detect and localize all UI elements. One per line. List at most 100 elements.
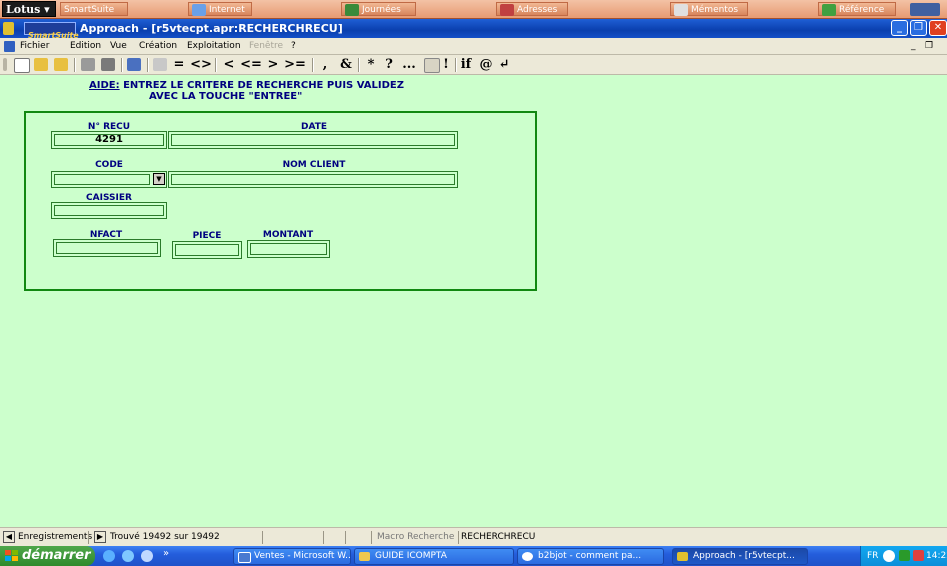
caissier-field[interactable] <box>51 202 167 219</box>
help-line-1: AIDE: ENTREZ LE CRITERE DE RECHERCHE PUI… <box>89 80 404 91</box>
minimize-button[interactable]: _ <box>891 20 908 36</box>
checkmark-icon <box>822 4 836 16</box>
smartsuite-bar: Lotus ▾ SmartSuite Internet Journées Adr… <box>0 0 947 19</box>
chevron-down-icon[interactable]: ▼ <box>153 173 165 185</box>
open-folder-icon[interactable] <box>34 58 48 71</box>
app-quicklaunch-icon[interactable] <box>141 550 153 562</box>
approach-app-icon[interactable] <box>3 22 14 35</box>
op-enter-button[interactable]: ↵ <box>497 57 511 73</box>
task-b2bjot[interactable]: b2bjot - comment pa... <box>517 548 664 565</box>
task-label: Approach - [r5vtecpt... <box>693 551 795 561</box>
op-wildcard-question-button[interactable]: ? <box>382 57 396 73</box>
nom-client-field[interactable] <box>168 171 458 188</box>
menu-edition[interactable]: Edition <box>70 40 101 53</box>
piece-field[interactable] <box>172 241 242 259</box>
op-greater-equal-button[interactable]: >= <box>284 57 306 73</box>
menu-creation[interactable]: Création <box>139 40 177 53</box>
folder-icon <box>359 552 370 561</box>
suite-tab-label: Journées <box>362 5 401 15</box>
close-button[interactable]: ✕ <box>929 20 947 36</box>
task-guide-icompta[interactable]: GUIDE ICOMPTA <box>354 548 514 565</box>
restore-button[interactable]: ❐ <box>910 20 927 36</box>
records-label[interactable]: Enregistrements <box>18 531 92 544</box>
undo-icon[interactable] <box>127 58 141 71</box>
code-dropdown[interactable]: ▼ <box>51 171 167 188</box>
op-duplicate-button[interactable]: ! <box>440 57 452 73</box>
tray-arrow-icon[interactable] <box>883 550 895 562</box>
doc-minimize-button[interactable]: _ <box>911 40 916 53</box>
op-wildcard-star-button[interactable]: * <box>364 57 378 73</box>
ie2-quicklaunch-icon[interactable] <box>122 550 134 562</box>
task-label: b2bjot - comment pa... <box>538 551 642 561</box>
date-value <box>171 134 455 146</box>
ie-quicklaunch-icon[interactable] <box>103 550 115 562</box>
sounds-like-icon[interactable] <box>424 58 440 73</box>
menu-bar: Fichier Edition Vue Création Exploitatio… <box>0 38 947 55</box>
new-file-icon[interactable] <box>14 58 30 73</box>
tray-network-icon[interactable] <box>899 550 910 561</box>
language-indicator[interactable]: FR <box>867 550 878 562</box>
internet-icon <box>192 4 206 16</box>
montant-label: MONTANT <box>262 230 314 240</box>
suite-tab-reference[interactable]: Référence <box>818 2 896 16</box>
menu-help[interactable]: ? <box>291 40 296 53</box>
calendar-icon <box>345 4 359 16</box>
piece-label: PIECE <box>192 231 222 241</box>
op-less-button[interactable]: < <box>222 57 236 73</box>
print-icon[interactable] <box>81 58 95 71</box>
find-icon[interactable] <box>153 58 167 71</box>
suite-tab-label: Référence <box>839 5 885 15</box>
quicklaunch-more-icon[interactable]: » <box>163 548 169 559</box>
macro-value[interactable]: RECHERCHRECU <box>461 531 535 544</box>
smartcenter-drawer-icon[interactable] <box>910 3 940 16</box>
suite-tab-journees[interactable]: Journées <box>341 2 416 16</box>
macro-label: Macro Recherche <box>377 532 455 542</box>
help-text: ENTREZ LE CRITERE DE RECHERCHE PUIS VALI… <box>119 80 405 91</box>
smartmaster-icon[interactable] <box>54 58 68 71</box>
address-book-icon <box>500 4 514 16</box>
doc-restore-button[interactable]: ❐ <box>925 40 933 53</box>
op-at-button[interactable]: @ <box>478 57 494 73</box>
date-field[interactable] <box>168 131 458 149</box>
op-or-button[interactable]: , <box>318 57 332 73</box>
records-arrow-icon[interactable]: ◀ <box>3 531 15 543</box>
browser-icon <box>522 552 533 561</box>
nfact-field[interactable] <box>53 239 161 257</box>
suite-tab-smartsuite[interactable]: SmartSuite <box>60 2 128 16</box>
suite-tab-adresses[interactable]: Adresses <box>496 2 568 16</box>
menu-vue[interactable]: Vue <box>110 40 127 53</box>
task-label: GUIDE ICOMPTA <box>375 551 447 561</box>
code-value <box>54 174 150 185</box>
op-greater-button[interactable]: > <box>266 57 280 73</box>
suite-tab-internet[interactable]: Internet <box>188 2 252 16</box>
status-bar: ◀ Enregistrements ▶ Trouvé 19492 sur 194… <box>0 527 947 546</box>
start-button[interactable]: démarrer <box>0 546 95 566</box>
task-approach[interactable]: Approach - [r5vtecpt... <box>672 548 808 565</box>
recu-value: 4291 <box>54 134 164 146</box>
clock[interactable]: 14:22 <box>926 550 947 562</box>
op-less-equal-button[interactable]: <= <box>240 57 262 73</box>
op-if-button[interactable]: if <box>459 57 473 73</box>
nom-client-label: NOM CLIENT <box>282 160 346 170</box>
op-range-button[interactable]: ... <box>398 57 420 73</box>
document-icon[interactable] <box>4 41 15 52</box>
preview-icon[interactable] <box>101 58 115 71</box>
lotus-menu-button[interactable]: Lotus ▾ <box>2 1 56 17</box>
approach-icon <box>677 552 688 561</box>
help-line-2: AVEC LA TOUCHE "ENTREE" <box>149 91 303 102</box>
suite-tab-label: SmartSuite <box>64 5 115 15</box>
suite-tab-memento[interactable]: Mémentos <box>670 2 748 16</box>
op-and-button[interactable]: & <box>338 57 354 73</box>
title-bar: Approach - [r5vtecpt.apr:RECHERCHRECU] S… <box>0 19 947 40</box>
recu-field[interactable]: 4291 <box>51 131 167 149</box>
toolbar: = <> < <= > >= , & * ? ... ! if @ ↵ <box>0 55 947 75</box>
op-equals-button[interactable]: = <box>172 57 186 73</box>
op-not-equal-button[interactable]: <> <box>190 57 212 73</box>
windows-flag-icon <box>5 550 18 562</box>
menu-fichier[interactable]: Fichier <box>20 40 49 53</box>
task-ventes-word[interactable]: Ventes - Microsoft W... <box>233 548 351 565</box>
menu-fenetre[interactable]: Fenêtre <box>249 40 283 53</box>
menu-exploitation[interactable]: Exploitation <box>187 40 241 53</box>
tray-security-icon[interactable] <box>913 550 924 561</box>
montant-field[interactable] <box>247 240 330 258</box>
